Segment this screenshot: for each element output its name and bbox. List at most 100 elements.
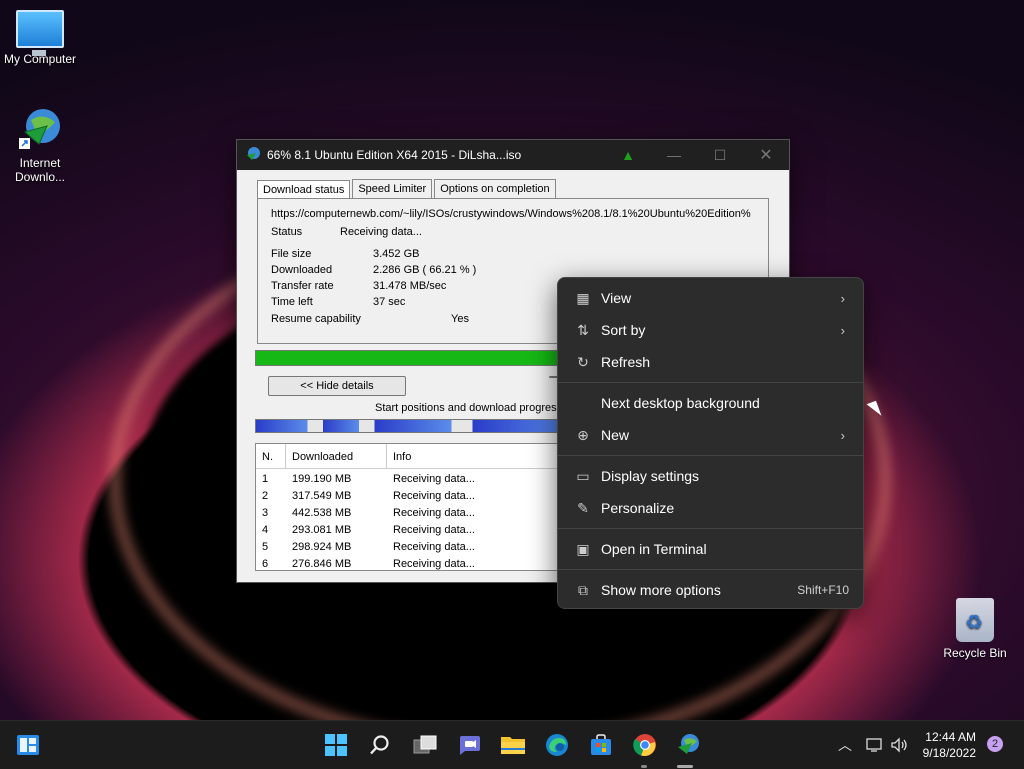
row-downloaded: 298.924 MB bbox=[292, 541, 352, 553]
desktop-context-menu: ▦ View › ⇅ Sort by › ↻ Refresh Next desk… bbox=[557, 277, 864, 609]
maximize-button[interactable]: ☐ bbox=[697, 147, 743, 164]
grid-icon: ▦ bbox=[576, 289, 590, 306]
resume-capability-label: Resume capability bbox=[271, 313, 361, 325]
menu-separator bbox=[558, 528, 863, 529]
status-label: Status bbox=[271, 226, 303, 238]
desktop-icon-label: Internet Downlo... bbox=[14, 156, 66, 184]
menu-item-label: Open in Terminal bbox=[601, 541, 707, 557]
menu-item-label: Display settings bbox=[601, 468, 700, 484]
download-url: https://computernewb.com/~lily/ISOs/crus… bbox=[271, 208, 751, 220]
menu-item-label: Show more options bbox=[601, 582, 721, 598]
row-number: 3 bbox=[262, 507, 269, 519]
file-size-value: 3.452 GB bbox=[373, 248, 420, 260]
start-button-icon[interactable] bbox=[322, 731, 350, 759]
transfer-rate-value: 31.478 MB/sec bbox=[373, 280, 447, 292]
menu-item-label: Next desktop background bbox=[601, 395, 760, 411]
row-downloaded: 276.846 MB bbox=[292, 558, 352, 570]
menu-item-label: New bbox=[601, 427, 630, 443]
idm-tray-icon: ▲ bbox=[621, 147, 635, 163]
row-number: 2 bbox=[262, 490, 269, 502]
row-number: 6 bbox=[262, 558, 269, 570]
close-button[interactable]: ✕ bbox=[743, 145, 789, 165]
idm-app-icon bbox=[245, 146, 261, 165]
file-explorer-icon[interactable] bbox=[499, 731, 527, 759]
more-options-icon: ⧉ bbox=[578, 581, 588, 598]
recycle-bin-icon: ♻ bbox=[956, 598, 994, 642]
task-view-icon[interactable] bbox=[411, 731, 439, 759]
desktop-icon-recycle-bin[interactable]: ♻ Recycle Bin bbox=[935, 598, 1015, 660]
tab-speed-limiter[interactable]: Speed Limiter bbox=[352, 179, 433, 198]
time-left-value: 37 sec bbox=[373, 296, 406, 308]
menu-separator bbox=[558, 455, 863, 456]
row-number: 4 bbox=[262, 524, 269, 536]
chat-icon[interactable] bbox=[455, 731, 483, 759]
menu-item-new[interactable]: ⊕ New › bbox=[562, 419, 859, 451]
row-number: 1 bbox=[262, 473, 269, 485]
idm-taskbar-icon[interactable] bbox=[674, 731, 702, 759]
volume-icon[interactable] bbox=[890, 721, 910, 769]
chevron-right-icon: › bbox=[840, 290, 845, 306]
desktop-icon-my-computer[interactable]: My Computer bbox=[0, 10, 80, 66]
menu-item-sort-by[interactable]: ⇅ Sort by › bbox=[562, 314, 859, 346]
hide-details-button[interactable]: << Hide details bbox=[268, 376, 406, 396]
display-icon: ▭ bbox=[576, 467, 590, 484]
menu-separator bbox=[558, 569, 863, 570]
show-hidden-icons-chevron[interactable]: ︿ bbox=[838, 721, 852, 769]
system-clock[interactable]: 12:44 AM 9/18/2022 bbox=[914, 729, 976, 761]
menu-item-label: Personalize bbox=[601, 500, 675, 516]
row-downloaded: 317.549 MB bbox=[292, 490, 352, 502]
progress-fill bbox=[256, 351, 597, 365]
row-downloaded: 293.081 MB bbox=[292, 524, 352, 536]
tab-strip: Download status Speed Limiter Options on… bbox=[257, 179, 558, 199]
menu-item-next-desktop-background[interactable]: Next desktop background bbox=[562, 387, 859, 419]
row-downloaded: 442.538 MB bbox=[292, 507, 352, 519]
window-title: 66% 8.1 Ubuntu Edition X64 2015 - DiLsha… bbox=[267, 148, 522, 162]
menu-item-shortcut: Shift+F10 bbox=[797, 583, 849, 597]
menu-item-label: Sort by bbox=[601, 322, 646, 338]
monitor-icon bbox=[16, 10, 64, 56]
menu-item-label: View bbox=[601, 290, 632, 306]
microsoft-store-icon[interactable] bbox=[587, 731, 615, 759]
resume-capability-value: Yes bbox=[451, 313, 469, 325]
time-left-label: Time left bbox=[271, 296, 313, 308]
column-header-downloaded[interactable]: Downloaded bbox=[286, 444, 387, 468]
transfer-rate-label: Transfer rate bbox=[271, 280, 334, 292]
notification-badge[interactable]: 2 bbox=[987, 736, 1003, 752]
start-positions-label: Start positions and download progress bbox=[375, 402, 563, 414]
sort-icon: ⇅ bbox=[577, 321, 589, 338]
status-value: Receiving data... bbox=[340, 226, 422, 238]
menu-item-open-in-terminal[interactable]: ▣ Open in Terminal bbox=[562, 533, 859, 565]
tab-download-status[interactable]: Download status bbox=[257, 180, 351, 199]
taskbar: ︿ 12:44 AM 9/18/2022 bbox=[0, 720, 1024, 769]
network-icon[interactable] bbox=[865, 721, 885, 769]
terminal-icon: ▣ bbox=[576, 540, 590, 557]
menu-item-view[interactable]: ▦ View › bbox=[562, 282, 859, 314]
search-icon[interactable] bbox=[366, 731, 394, 759]
menu-separator bbox=[558, 382, 863, 383]
widgets-icon[interactable] bbox=[14, 731, 42, 759]
chrome-browser-icon[interactable] bbox=[631, 731, 659, 759]
tab-options-on-completion[interactable]: Options on completion bbox=[434, 179, 556, 198]
chevron-right-icon: › bbox=[840, 322, 845, 338]
row-number: 5 bbox=[262, 541, 269, 553]
desktop-icon-internet-download-manager[interactable]: Internet Downlo... bbox=[0, 106, 80, 184]
menu-item-label: Refresh bbox=[601, 354, 651, 370]
idm-globe-icon bbox=[17, 106, 63, 152]
window-titlebar[interactable]: 66% 8.1 Ubuntu Edition X64 2015 - DiLsha… bbox=[237, 140, 789, 170]
menu-item-refresh[interactable]: ↻ Refresh bbox=[562, 346, 859, 378]
downloaded-label: Downloaded bbox=[271, 264, 333, 276]
edge-browser-icon[interactable] bbox=[543, 731, 571, 759]
menu-item-display-settings[interactable]: ▭ Display settings bbox=[562, 460, 859, 492]
refresh-icon: ↻ bbox=[577, 353, 589, 370]
downloaded-value: 2.286 GB ( 66.21 % ) bbox=[373, 264, 477, 276]
column-header-n[interactable]: N. bbox=[256, 444, 286, 468]
desktop-icon-label: Recycle Bin bbox=[943, 646, 1007, 660]
brush-icon: ✎ bbox=[577, 499, 589, 516]
row-downloaded: 199.190 MB bbox=[292, 473, 352, 485]
menu-item-show-more-options[interactable]: ⧉ Show more options Shift+F10 bbox=[562, 574, 859, 606]
menu-item-personalize[interactable]: ✎ Personalize bbox=[562, 492, 859, 524]
clock-date: 9/18/2022 bbox=[922, 746, 976, 760]
plus-circle-icon: ⊕ bbox=[577, 426, 589, 443]
chevron-right-icon: › bbox=[840, 427, 845, 443]
minimize-button[interactable]: — bbox=[651, 147, 697, 163]
